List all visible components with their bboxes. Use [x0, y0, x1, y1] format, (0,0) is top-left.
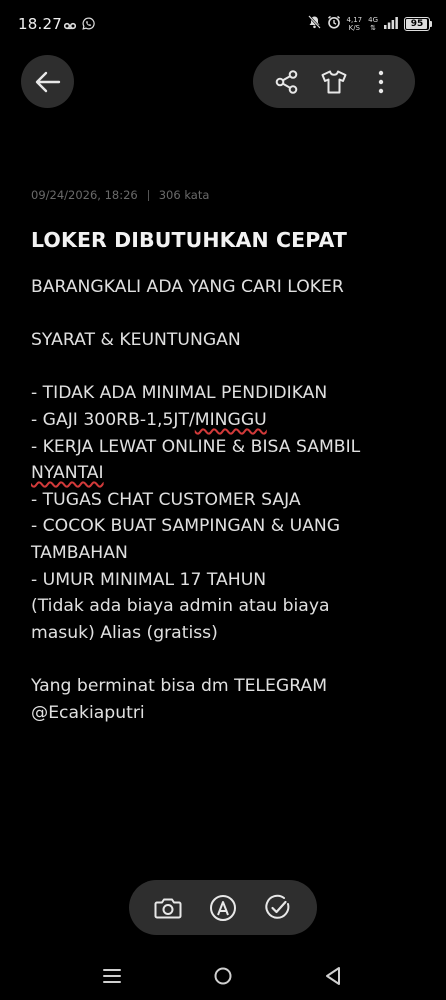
note-line-text: BARANGKALI ADA YANG CARI LOKER: [31, 277, 344, 297]
note-word-count: 306 kata: [158, 188, 210, 202]
more-button[interactable]: [363, 64, 399, 100]
navigation-bar: [0, 950, 446, 1000]
note-line-text: @Ecakiaputri: [31, 702, 145, 723]
network-speed: 4,17 K/S: [347, 16, 363, 32]
note-line-text: Yang berminat bisa dm TELEGRAM: [31, 675, 328, 696]
note-line-text: - COCOK BUAT SAMPINGAN & UANG: [31, 516, 341, 537]
note-line: NYANTAI: [31, 460, 421, 487]
note-line: - UMUR MINIMAL 17 TAHUN: [31, 567, 421, 594]
note-line-text: - TIDAK ADA MINIMAL PENDIDIKAN: [31, 383, 328, 404]
recents-button[interactable]: [99, 963, 125, 989]
note-meta: 09/24/2026, 18:26 306 kata: [31, 188, 209, 202]
note-line-text: masuk) Alias (gratiss): [31, 622, 218, 643]
battery-tip: [430, 20, 432, 27]
note-line: - KERJA LEWAT ONLINE & BISA SAMBIL: [31, 434, 421, 461]
camera-icon: [154, 898, 182, 918]
note-line: - TIDAK ADA MINIMAL PENDIDIKAN: [31, 380, 421, 407]
net-speed-unit: K/S: [348, 23, 361, 32]
checklist-icon: [265, 894, 289, 919]
menu-icon: [103, 969, 121, 983]
network-type-label: 4G: [368, 15, 378, 24]
tshirt-icon: [321, 70, 347, 93]
checklist-button[interactable]: [260, 890, 296, 926]
note-line: (Tidak ada biaya admin atau biaya: [31, 593, 421, 620]
home-icon: [214, 967, 232, 985]
bottom-toolbar: [129, 880, 317, 935]
note-line: masuk) Alias (gratiss): [31, 620, 421, 647]
handwriting-button[interactable]: [205, 890, 241, 926]
status-bar: 18.27 4,17 K/S 4G ⇅ 95: [0, 0, 446, 50]
insert-image-button[interactable]: [150, 890, 186, 926]
share-icon: [275, 69, 297, 94]
note-line: [31, 354, 421, 381]
note-line-text: (Tidak ada biaya admin atau biaya: [31, 596, 330, 617]
meta-divider: [147, 189, 149, 201]
back-triangle-icon: [326, 967, 340, 985]
note-actions: [253, 55, 415, 108]
network-type: 4G ⇅: [368, 16, 378, 32]
note-line-text: - GAJI 300RB-1,5JT/: [31, 409, 195, 430]
note-line-text: - TUGAS CHAT CUSTOMER SAJA: [31, 489, 301, 510]
battery-body: 95: [404, 16, 430, 31]
note-date: 09/24/2026, 18:26: [31, 188, 138, 202]
note-line: [31, 301, 421, 328]
note-line-text: - KERJA LEWAT ONLINE & BISA SAMBIL: [31, 436, 361, 457]
note-line: - GAJI 300RB-1,5JT/MINGGU: [31, 407, 421, 434]
net-speed-value: 4,17: [346, 15, 363, 24]
battery-icon: 95: [404, 16, 432, 31]
battery-level: 95: [410, 18, 424, 29]
pen-icon: [209, 894, 236, 921]
home-button[interactable]: [210, 963, 236, 989]
note-line: BARANGKALI ADA YANG CARI LOKER: [31, 274, 421, 301]
note-line-text: SYARAT & KEUNTUNGAN: [31, 330, 241, 351]
note-line: [31, 646, 421, 673]
note-line: @Ecakiaputri: [31, 700, 421, 727]
status-right-icons: 4,17 K/S 4G ⇅ 95: [307, 14, 432, 33]
note-line-text: TAMBAHAN: [31, 542, 128, 563]
share-button[interactable]: [269, 64, 305, 100]
note-line-text: - UMUR MINIMAL 17 TAHUN: [31, 569, 267, 590]
note-line: - COCOK BUAT SAMPINGAN & UANG: [31, 513, 421, 540]
data-arrows-icon: ⇅: [370, 23, 376, 32]
note-body[interactable]: BARANGKALI ADA YANG CARI LOKER SYARAT & K…: [31, 274, 421, 726]
status-left-icons: [63, 15, 95, 34]
spellcheck-flagged-word[interactable]: MINGGU: [195, 410, 267, 430]
status-time: 18.27: [18, 15, 62, 33]
back-button[interactable]: [21, 55, 74, 108]
more-vertical-icon: [379, 70, 384, 93]
system-back-button[interactable]: [320, 963, 346, 989]
whatsapp-icon: [82, 15, 95, 34]
alarm-icon: [327, 14, 341, 33]
note-title[interactable]: LOKER DIBUTUHKAN CEPAT: [31, 228, 347, 252]
theme-button[interactable]: [316, 64, 352, 100]
voicemail-icon: [63, 15, 77, 34]
note-line: TAMBAHAN: [31, 540, 421, 567]
note-line: Yang berminat bisa dm TELEGRAM: [31, 673, 421, 700]
note-line: - TUGAS CHAT CUSTOMER SAJA: [31, 487, 421, 514]
spellcheck-flagged-word[interactable]: NYANTAI: [31, 463, 104, 483]
mute-icon: [307, 14, 321, 33]
signal-icon: [384, 14, 398, 33]
note-line: SYARAT & KEUNTUNGAN: [31, 327, 421, 354]
arrow-left-icon: [35, 71, 60, 92]
